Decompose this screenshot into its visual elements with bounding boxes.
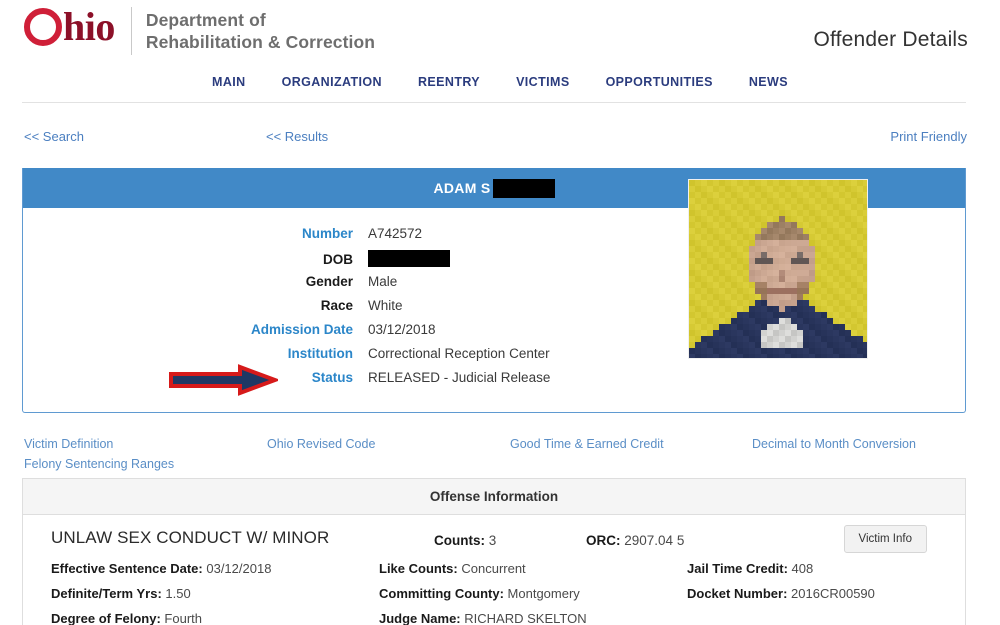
field-label-race: Race [320,298,353,313]
field-value-number: A742572 [368,226,423,241]
docket-number: Docket Number: 2016CR00590 [687,586,875,601]
offender-field-list: Number A742572 DOB Gender Male Race Whit… [23,226,623,394]
jail-time-credit-value: 408 [791,561,814,576]
field-row-status: Status RELEASED - Judicial Release [23,370,623,394]
committing-county-value: Montgomery [507,586,580,601]
logo-divider [130,7,132,55]
print-friendly-link[interactable]: Print Friendly [890,129,967,144]
back-to-results-link[interactable]: << Results [266,129,328,144]
nav-item-victims[interactable]: VICTIMS [498,74,588,90]
utility-link-row: << Search << Results Print Friendly [0,129,1000,147]
nav-divider [22,102,966,103]
judge-name: Judge Name: RICHARD SKELTON [379,611,587,625]
field-value-admission-date: 03/12/2018 [368,322,436,337]
effective-sentence-date-value: 03/12/2018 [206,561,272,576]
offense-information-title: Offense Information [23,479,965,515]
field-value-race: White [368,298,403,313]
offense-detail-row: Definite/Term Yrs: 1.50 Committing Count… [23,586,965,611]
offense-information-body: UNLAW SEX CONDUCT W/ MINOR Counts: 3 ORC… [23,515,965,625]
field-value-dob [368,250,450,267]
link-good-time-earned-credit[interactable]: Good Time & Earned Credit [510,437,664,451]
nav-item-reentry[interactable]: REENTRY [400,74,498,90]
ohio-drc-logo[interactable]: hio Department of Rehabilitation & Corre… [22,4,375,55]
offender-details-page: hio Department of Rehabilitation & Corre… [0,0,1000,625]
field-value-gender: Male [368,274,398,289]
offender-photo [688,179,868,359]
status-callout-arrow-icon [168,364,281,396]
offense-counts-value: 3 [488,533,497,548]
offender-photo-canvas [689,180,867,358]
link-ohio-revised-code[interactable]: Ohio Revised Code [267,437,375,451]
field-row-gender: Gender Male [23,274,623,298]
degree-of-felony-value: Fourth [164,611,202,625]
victim-info-button[interactable]: Victim Info [843,525,927,553]
field-label-number[interactable]: Number [23,226,368,241]
field-row-institution: Institution Correctional Reception Cente… [23,346,623,370]
field-label-dob: DOB [323,252,353,267]
degree-of-felony: Degree of Felony: Fourth [51,611,202,625]
nav-item-opportunities[interactable]: OPPORTUNITIES [588,74,731,90]
ohio-wordmark-text: hio [63,4,115,49]
field-row-dob: DOB [23,250,623,274]
field-value-institution: Correctional Reception Center [368,346,550,361]
link-victim-definition[interactable]: Victim Definition [24,437,113,451]
offense-counts: Counts: 3 [434,533,496,548]
field-row-number: Number A742572 [23,226,623,250]
offender-name-redaction-bar [492,178,555,198]
field-row-race: Race White [23,298,623,322]
department-line-2: Rehabilitation & Correction [145,32,376,52]
like-counts-value: Concurrent [461,561,526,576]
offense-orc: ORC: 2907.04 5 [586,533,684,548]
ohio-o-ring-icon [24,8,62,46]
back-to-search-link[interactable]: << Search [24,129,84,144]
degree-of-felony-label: Degree of Felony: [51,611,161,625]
definite-term-yrs: Definite/Term Yrs: 1.50 [51,586,191,601]
offense-name: UNLAW SEX CONDUCT W/ MINOR [51,528,330,547]
jail-time-credit: Jail Time Credit: 408 [687,561,813,576]
ohio-wordmark: hio [22,4,115,50]
nav-item-news[interactable]: NEWS [731,74,806,90]
docket-number-label: Docket Number: [687,586,788,601]
link-felony-sentencing-ranges[interactable]: Felony Sentencing Ranges [24,457,174,471]
dob-redaction-bar [368,250,450,267]
effective-sentence-date-label: Effective Sentence Date: [51,561,203,576]
offender-name: ADAM S [433,180,491,196]
jail-time-credit-label: Jail Time Credit: [687,561,788,576]
field-label-gender: Gender [305,274,353,289]
field-row-admission-date: Admission Date 03/12/2018 [23,322,623,346]
like-counts: Like Counts: Concurrent [379,561,526,576]
offense-summary-row: UNLAW SEX CONDUCT W/ MINOR Counts: 3 ORC… [23,525,965,559]
offense-detail-row: Degree of Felony: Fourth Judge Name: RIC… [23,611,965,625]
department-name: Department of Rehabilitation & Correctio… [146,4,375,53]
committing-county: Committing County: Montgomery [379,586,580,601]
masthead: hio Department of Rehabilitation & Corre… [0,0,1000,66]
field-value-status: RELEASED - Judicial Release [368,370,551,385]
offense-counts-label: Counts: [434,533,485,548]
committing-county-label: Committing County: [379,586,504,601]
offense-detail-row: Effective Sentence Date: 03/12/2018 Like… [23,561,965,586]
docket-number-value: 2016CR00590 [791,586,875,601]
main-navigation: MAIN ORGANIZATION REENTRY VICTIMS OPPORT… [0,74,1000,90]
offense-detail-grid: Effective Sentence Date: 03/12/2018 Like… [23,561,965,625]
field-label-admission-date[interactable]: Admission Date [23,322,368,337]
effective-sentence-date: Effective Sentence Date: 03/12/2018 [51,561,271,576]
offense-information-panel: Offense Information UNLAW SEX CONDUCT W/… [22,478,966,625]
nav-item-main[interactable]: MAIN [194,74,264,90]
judge-name-value: RICHARD SKELTON [464,611,587,625]
definite-term-yrs-label: Definite/Term Yrs: [51,586,162,601]
page-title: Offender Details [813,28,968,51]
link-decimal-to-month[interactable]: Decimal to Month Conversion [752,437,916,451]
department-line-1: Department of [145,10,266,30]
offense-orc-value: 2907.04 5 [624,533,685,548]
nav-item-organization[interactable]: ORGANIZATION [264,74,400,90]
like-counts-label: Like Counts: [379,561,458,576]
offense-orc-label: ORC: [586,533,621,548]
definite-term-yrs-value: 1.50 [165,586,191,601]
judge-name-label: Judge Name: [379,611,461,625]
field-label-institution[interactable]: Institution [23,346,368,361]
